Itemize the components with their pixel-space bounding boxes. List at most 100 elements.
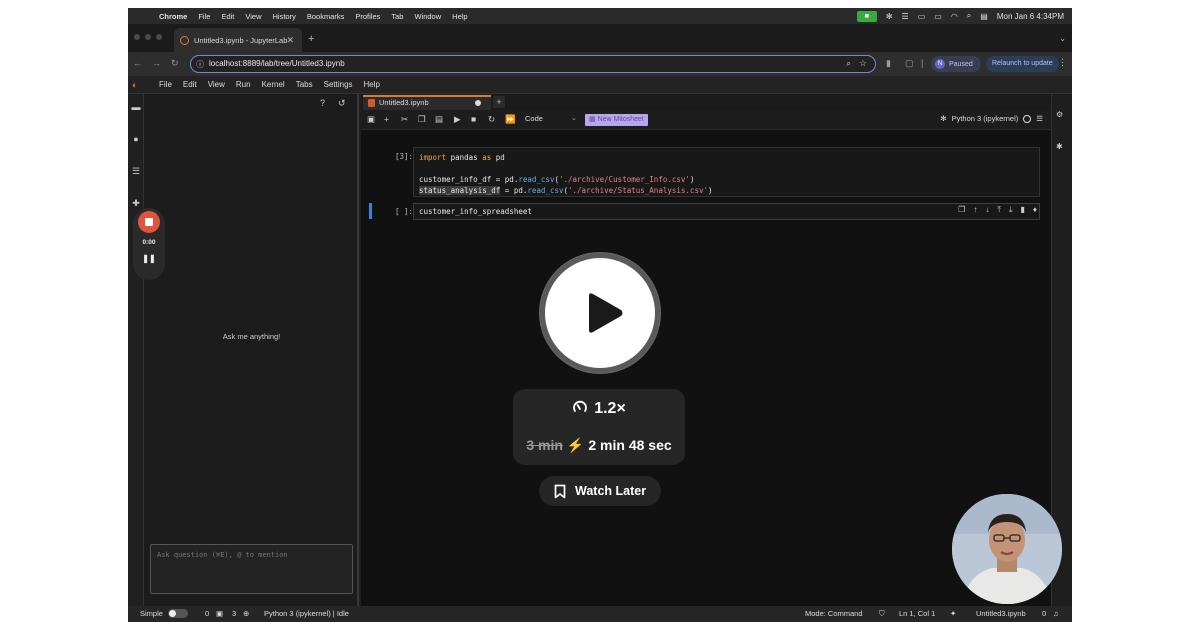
cell-type-select[interactable]: Code ⌄ (525, 114, 577, 123)
menubar-item-window[interactable]: Window (414, 12, 441, 21)
interrupt-icon[interactable]: ■ (471, 114, 476, 124)
profile-button[interactable]: N Paused (931, 56, 981, 72)
jupyter-menu-help[interactable]: Help (364, 80, 380, 89)
kernel-status[interactable]: Python 3 (ipykernel) | Idle (264, 609, 349, 618)
paste-icon[interactable]: ▤ (435, 114, 443, 125)
stop-recording-button[interactable] (138, 211, 160, 233)
jupyter-menu-run[interactable]: Run (236, 80, 251, 89)
trusted-shield-icon[interactable]: ⛉ (879, 609, 885, 619)
chat-input[interactable]: Ask question (⌘E), @ to mention (150, 544, 353, 594)
chat-input-placeholder: Ask question (⌘E), @ to mention (157, 551, 288, 559)
pause-recording-icon[interactable]: ❚❚ (133, 254, 165, 263)
insert-below-icon[interactable]: ⤓ (1009, 205, 1013, 215)
menubar-item-edit[interactable]: Edit (221, 12, 234, 21)
menubar-app-name[interactable]: Chrome (159, 12, 187, 21)
cell-editor[interactable]: customer_info_spreadsheet (413, 203, 1040, 220)
play-button[interactable] (540, 253, 660, 373)
extension-icon[interactable]: ▮ (886, 58, 891, 69)
jupyter-menu-view[interactable]: View (208, 80, 225, 89)
move-down-icon[interactable]: ↓ (985, 205, 989, 215)
settings-gear-icon[interactable]: ✻ (886, 12, 893, 21)
site-info-icon[interactable]: ⓘ (196, 57, 204, 72)
menubar-item-tab[interactable]: Tab (391, 12, 403, 21)
presenter-video-image (952, 494, 1062, 604)
zoom-icon[interactable]: ⌕ (846, 56, 851, 71)
browser-menu-icon[interactable]: ⋮ (1058, 57, 1067, 68)
forward-arrow-icon[interactable]: → (152, 58, 161, 68)
playback-speed-card[interactable]: 1.2× 3 min ⚡ 2 min 48 sec (513, 389, 685, 465)
file-browser-icon[interactable]: ▬ (130, 102, 142, 112)
relaunch-to-update-button[interactable]: Relaunch to update (986, 56, 1059, 72)
jupyter-menu-file[interactable]: File (159, 80, 172, 89)
save-icon[interactable]: ▣ (367, 114, 375, 125)
jupyter-menu-kernel[interactable]: Kernel (262, 80, 285, 89)
code-line: customer_info_spreadsheet (419, 207, 532, 216)
window-controls[interactable] (134, 34, 162, 40)
playback-speed-value: 1.2× (594, 400, 626, 417)
kernel-count[interactable]: 3 (232, 609, 236, 618)
tab-search-chevron-icon[interactable]: ⌄ (1059, 34, 1066, 43)
reload-icon[interactable]: ↻ (171, 58, 179, 69)
debugger-icon[interactable]: ✱ (1056, 142, 1063, 151)
help-icon[interactable]: ? (320, 98, 325, 108)
jupyter-menu-edit[interactable]: Edit (183, 80, 197, 89)
jupyter-menu-tabs[interactable]: Tabs (296, 80, 313, 89)
unsaved-indicator-icon[interactable] (475, 100, 481, 106)
camera-in-use-icon[interactable]: ■ (856, 10, 877, 22)
menubar-item-help[interactable]: Help (452, 12, 467, 21)
terminal-count[interactable]: 0 (205, 609, 209, 618)
new-mitosheet-button[interactable]: ▦ New Mitosheet (585, 114, 648, 126)
display-icon[interactable]: ▭ (918, 12, 926, 21)
address-bar[interactable]: ⓘ localhost:8889/lab/tree/Untitled3.ipyn… (190, 55, 876, 73)
notifications-bell-icon[interactable]: ♫ (1053, 609, 1059, 618)
menubar-item-profiles[interactable]: Profiles (355, 12, 380, 21)
cell-prompt: [ ]: (394, 207, 413, 216)
bookmark-star-icon[interactable]: ☆ (859, 56, 867, 71)
menubar-item-history[interactable]: History (273, 12, 296, 21)
kernel-indicator[interactable]: ✻ Python 3 (ipykernel) ☰ (940, 114, 1043, 123)
control-center-icon[interactable]: ▤ (980, 12, 988, 21)
run-all-icon[interactable]: ⏩ (505, 114, 516, 125)
run-icon[interactable]: ▶ (454, 114, 461, 125)
cut-icon[interactable]: ✂ (401, 114, 408, 125)
insert-above-icon[interactable]: ⤒ (997, 205, 1001, 215)
jupyter-menu-settings[interactable]: Settings (324, 80, 353, 89)
extensions-puzzle-icon[interactable]: ▢ (905, 58, 914, 69)
spotlight-search-icon[interactable]: ⌕ (967, 11, 971, 21)
menubar-item-file[interactable]: File (198, 12, 210, 21)
ai-sparkle-icon[interactable]: ✦ (950, 609, 956, 618)
notebook-tab-title: Untitled3.ipynb (379, 98, 429, 107)
menubar-item-bookmarks[interactable]: Bookmarks (307, 12, 345, 21)
browser-tab-bar: Untitled3.ipynb - JupyterLab ✕ + ⌄ (128, 24, 1072, 52)
duplicate-cell-icon[interactable]: ❐ (958, 205, 965, 215)
move-up-icon[interactable]: ↑ (973, 205, 977, 215)
new-tab-icon[interactable]: + (308, 33, 314, 45)
extensions-icon[interactable]: ✚ (130, 198, 142, 209)
battery-icon[interactable]: ▭ (934, 12, 942, 21)
running-kernels-icon[interactable]: ● (130, 134, 142, 144)
property-inspector-icon[interactable]: ⚙ (1056, 110, 1063, 119)
table-of-contents-icon[interactable]: ☰ (130, 166, 142, 177)
wifi-icon[interactable]: ◠ (951, 12, 958, 21)
back-arrow-icon[interactable]: ← (133, 58, 142, 68)
ai-assist-icon[interactable]: ♦ (1033, 205, 1037, 215)
restart-kernel-icon[interactable]: ↻ (488, 114, 495, 125)
new-launcher-icon[interactable]: + (493, 96, 505, 108)
insert-cell-icon[interactable]: + (384, 114, 389, 124)
watch-later-button[interactable]: Watch Later (539, 476, 661, 506)
cursor-position[interactable]: Ln 1, Col 1 (899, 609, 935, 618)
notebook-menu-icon[interactable]: ☰ (1036, 114, 1043, 123)
control-icon[interactable]: ☰ (902, 12, 909, 21)
cell-editor[interactable]: import pandas as pd customer_info_df = p… (413, 147, 1040, 197)
kernel-gear-icon[interactable]: ✻ (940, 114, 946, 123)
delete-cell-icon[interactable]: ▮ (1021, 205, 1025, 215)
copy-icon[interactable]: ❐ (418, 114, 426, 125)
simple-mode-toggle[interactable] (168, 609, 188, 618)
close-tab-icon[interactable]: ✕ (286, 35, 294, 46)
reset-chat-icon[interactable]: ↺ (338, 98, 346, 109)
notebook-tab[interactable]: Untitled3.ipynb (363, 95, 491, 110)
browser-tab[interactable]: Untitled3.ipynb - JupyterLab ✕ (174, 28, 302, 52)
chat-panel: ? ↺ Ask me anything! Ask question (⌘E), … (144, 94, 359, 606)
menubar-clock[interactable]: Mon Jan 6 4:34PM (997, 12, 1064, 21)
menubar-item-view[interactable]: View (245, 12, 261, 21)
